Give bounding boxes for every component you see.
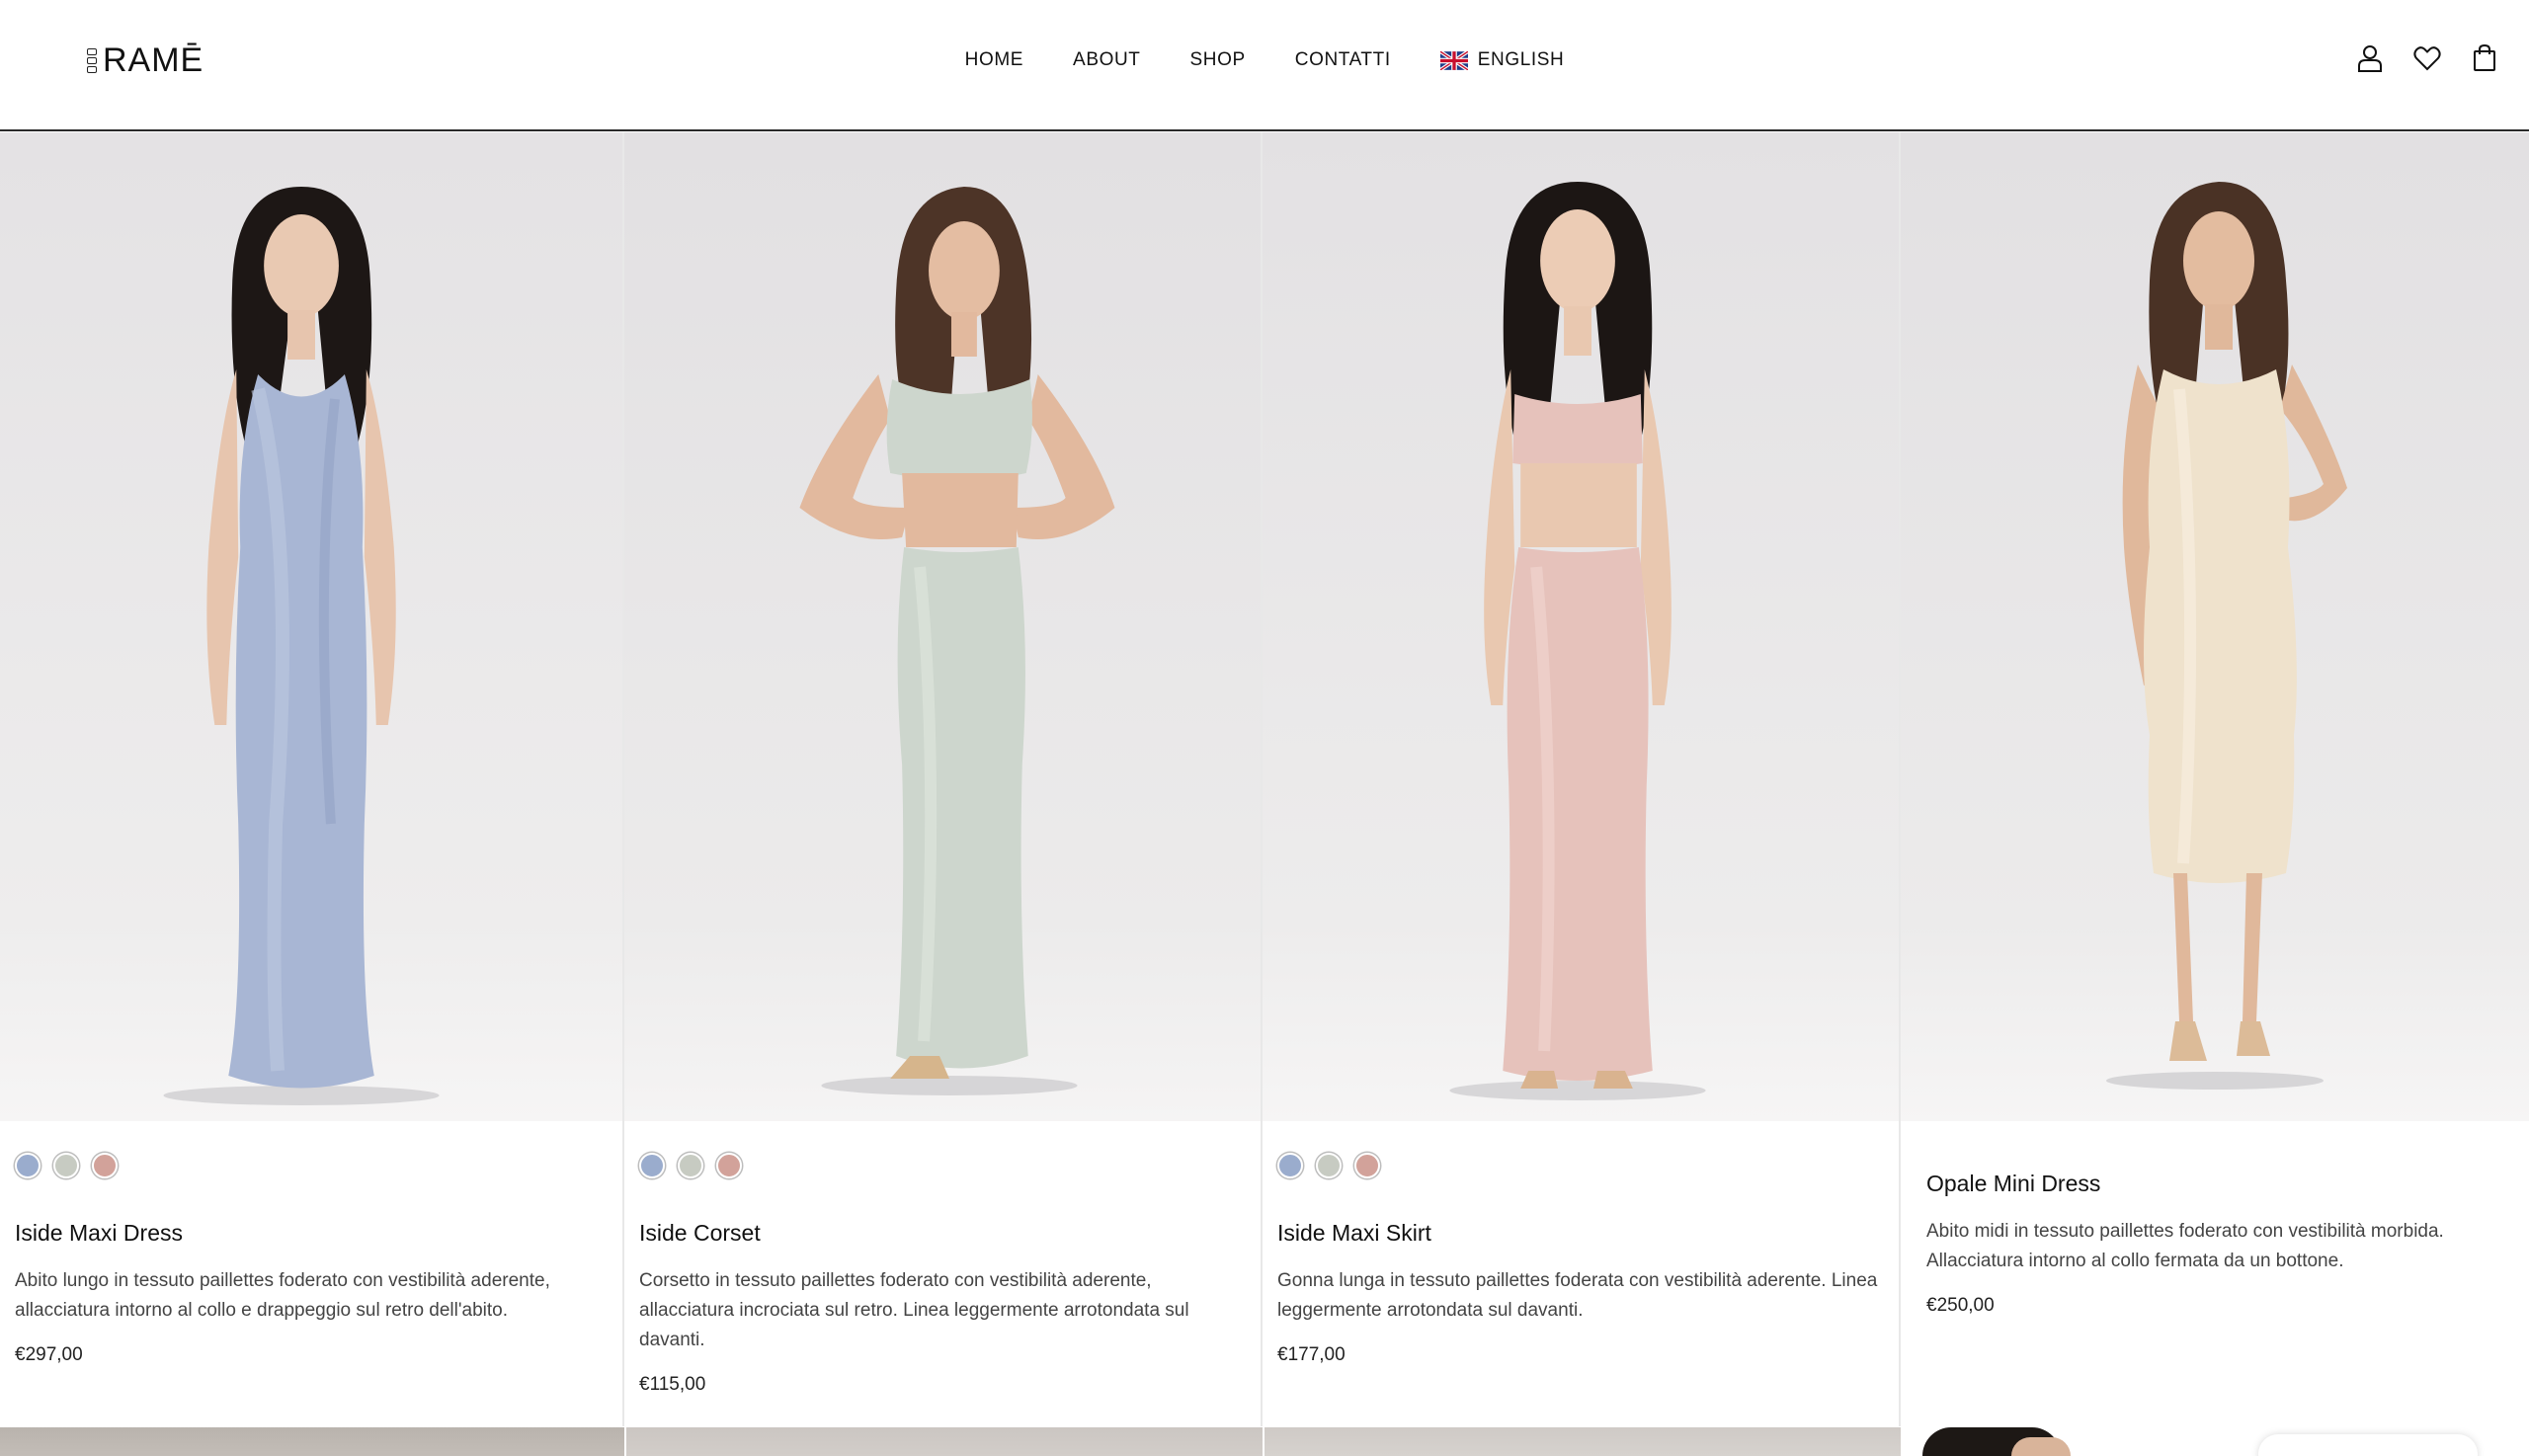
- product-price: €250,00: [1926, 1295, 1995, 1316]
- main-nav: HOME ABOUT SHOP CONTATTI ENGLISH: [0, 47, 2529, 73]
- language-label: ENGLISH: [1477, 49, 1565, 70]
- nav-shop[interactable]: SHOP: [1166, 47, 1270, 73]
- product-description: Abito midi in tessuto paillettes foderat…: [1926, 1221, 2444, 1271]
- color-swatches: [639, 1153, 742, 1178]
- product-description: Abito lungo in tessuto paillettes fodera…: [15, 1270, 550, 1321]
- nav-contatti[interactable]: CONTATTI: [1270, 47, 1416, 73]
- uk-flag-icon: [1439, 50, 1468, 70]
- product-description: Gonna lunga in tessuto paillettes fodera…: [1277, 1270, 1878, 1321]
- shopping-bag-icon[interactable]: [2470, 43, 2499, 73]
- header-actions: [2355, 43, 2499, 73]
- next-row-product-image[interactable]: [1264, 1427, 1901, 1456]
- product-name[interactable]: Iside Maxi Skirt: [1277, 1220, 1431, 1247]
- next-row-product-image[interactable]: [626, 1427, 1263, 1456]
- swatch-blue[interactable]: [1277, 1153, 1303, 1178]
- nav-about[interactable]: ABOUT: [1048, 47, 1165, 73]
- next-row-product-image[interactable]: [0, 1427, 624, 1456]
- color-swatches: [15, 1153, 118, 1178]
- nav-home[interactable]: HOME: [940, 47, 1048, 73]
- swatch-rose[interactable]: [92, 1153, 118, 1178]
- product-image[interactable]: [624, 132, 1261, 1121]
- swatch-rose[interactable]: [1354, 1153, 1380, 1178]
- next-row-product-image[interactable]: [1903, 1427, 2529, 1456]
- product-description: Corsetto in tessuto paillettes foderato …: [639, 1270, 1189, 1350]
- product-name[interactable]: Opale Mini Dress: [1926, 1171, 2100, 1197]
- swatch-sage[interactable]: [53, 1153, 79, 1178]
- heart-icon[interactable]: [2412, 43, 2442, 73]
- swatch-blue[interactable]: [639, 1153, 665, 1178]
- swatch-sage[interactable]: [1316, 1153, 1342, 1178]
- language-switcher[interactable]: ENGLISH: [1416, 47, 1590, 73]
- product-card[interactable]: Iside Maxi Dress Abito lungo in tessuto …: [0, 132, 624, 1426]
- product-name[interactable]: Iside Maxi Dress: [15, 1220, 183, 1247]
- swatch-rose[interactable]: [716, 1153, 742, 1178]
- product-price: €177,00: [1277, 1344, 1346, 1365]
- product-image[interactable]: [1263, 132, 1899, 1121]
- product-card[interactable]: Opale Mini Dress Abito midi in tessuto p…: [1901, 132, 2529, 1426]
- product-name[interactable]: Iside Corset: [639, 1220, 761, 1247]
- product-image[interactable]: [0, 132, 622, 1121]
- product-grid: Iside Maxi Dress Abito lungo in tessuto …: [0, 132, 2529, 1426]
- product-card[interactable]: Iside Corset Corsetto in tessuto paillet…: [624, 132, 1263, 1426]
- product-image[interactable]: [1901, 132, 2529, 1121]
- swatch-sage[interactable]: [678, 1153, 703, 1178]
- swatch-blue[interactable]: [15, 1153, 41, 1178]
- site-header: RAMĒ HOME ABOUT SHOP CONTATTI ENGLISH: [0, 0, 2529, 131]
- product-price: €115,00: [639, 1374, 706, 1395]
- product-price: €297,00: [15, 1344, 83, 1365]
- chat-widget[interactable]: [2258, 1434, 2478, 1456]
- color-swatches: [1277, 1153, 1380, 1178]
- product-card[interactable]: Iside Maxi Skirt Gonna lunga in tessuto …: [1263, 132, 1901, 1426]
- user-icon[interactable]: [2355, 43, 2385, 73]
